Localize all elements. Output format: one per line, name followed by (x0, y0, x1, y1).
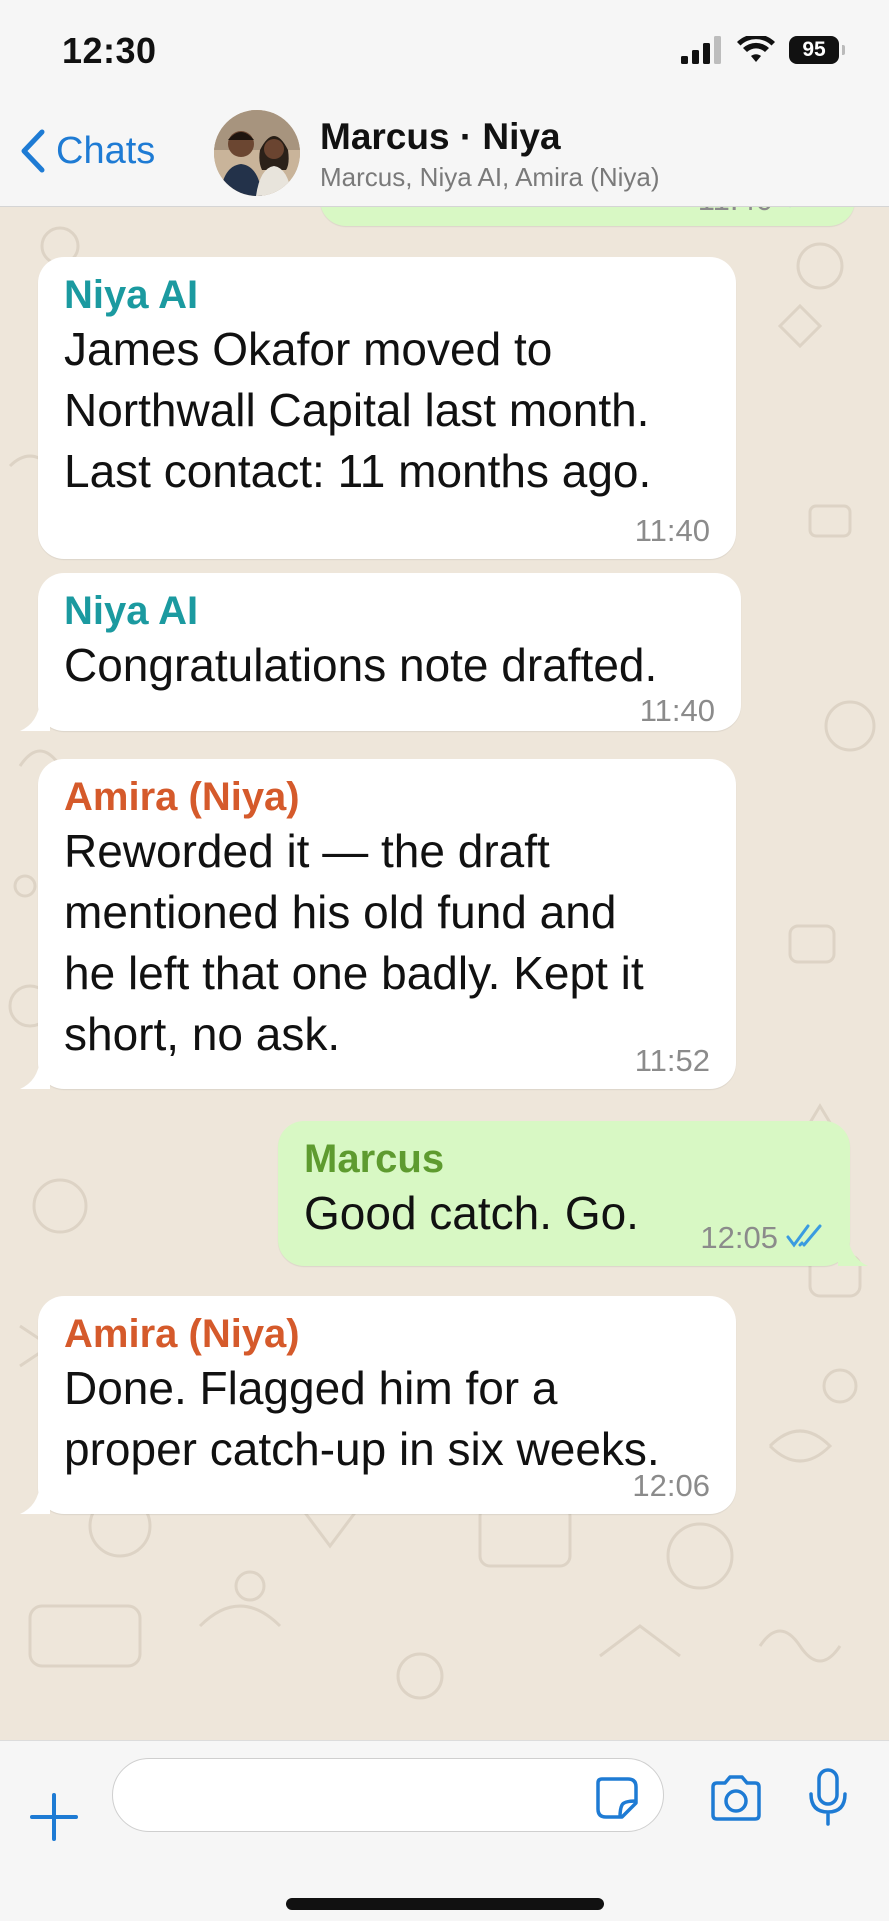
message-bubble[interactable]: Amira (Niya) Done. Flagged him for a pro… (38, 1296, 736, 1514)
double-check-icon (786, 1224, 822, 1248)
message-time: 12:05 (700, 1220, 778, 1255)
bubble-tail (20, 701, 50, 731)
status-time: 12:30 (62, 30, 157, 71)
message-bubble-outgoing[interactable]: Marcus Good catch. Go. 12:05 (278, 1121, 850, 1266)
chat-participants[interactable]: Marcus, Niya AI, Amira (Niya) (320, 162, 660, 193)
battery-indicator: 95 (789, 36, 845, 64)
message-input-bar (0, 1740, 889, 1921)
message-sender: Marcus (304, 1137, 445, 1181)
message-input[interactable] (112, 1758, 664, 1832)
message-sender: Amira (Niya) (64, 775, 300, 819)
message-text-line: short, no ask. (64, 1008, 341, 1060)
bubble-tail (20, 1059, 50, 1089)
chat-title[interactable]: Marcus · Niya (320, 116, 561, 158)
microphone-icon[interactable] (808, 1768, 848, 1826)
camera-icon[interactable] (709, 1775, 763, 1821)
message-text-line: Northwall Capital last month. (64, 384, 650, 436)
message-time: 11:52 (634, 1043, 710, 1078)
signal-icon (681, 36, 721, 64)
message-text-line: Done. Flagged him for a (64, 1362, 558, 1414)
message-text-line: Reworded it — the draft (64, 825, 550, 877)
status-icons: 95 (681, 36, 845, 64)
home-indicator[interactable] (286, 1898, 604, 1910)
message-time: 11:40 (639, 693, 715, 728)
message-sender: Niya AI (64, 589, 199, 633)
message-time: 12:06 (632, 1468, 710, 1503)
message-text-line: James Okafor moved to (64, 323, 553, 375)
message-bubble[interactable]: Amira (Niya) Reworded it — the draft men… (38, 759, 736, 1089)
message-text-line: Congratulations note drafted. (64, 639, 658, 691)
message-text-line: proper catch-up in six weeks. (64, 1423, 660, 1475)
bubble-tail (838, 1236, 868, 1266)
message-time: 11:40 (634, 513, 710, 548)
back-label: Chats (56, 129, 156, 172)
message-bubble[interactable]: Niya AI James Okafor moved to Northwall … (38, 257, 736, 559)
group-avatar[interactable] (214, 110, 300, 196)
message-text-line: he left that one badly. Kept it (64, 947, 644, 999)
avatar-image (214, 110, 300, 196)
wifi-icon (737, 36, 775, 62)
message-text-line: Last contact: 11 months ago. (64, 445, 652, 497)
battery-level: 95 (802, 38, 826, 61)
chevron-left-icon (21, 129, 45, 173)
header-mask: Chats Marcus · Niya Marcus, Niya AI, Ami… (0, 98, 889, 207)
status-bar: 12:30 95 (0, 0, 889, 98)
message-bubble[interactable]: Niya AI Congratulations note drafted. 11… (38, 573, 741, 731)
sticker-icon[interactable] (594, 1775, 640, 1821)
message-sender: Niya AI (64, 273, 199, 317)
plus-icon[interactable] (30, 1793, 78, 1841)
back-button[interactable]: Chats (18, 128, 155, 174)
message-sender: Amira (Niya) (64, 1312, 300, 1356)
bubble-tail (20, 1484, 50, 1514)
message-text-line: mentioned his old fund and (64, 886, 617, 938)
